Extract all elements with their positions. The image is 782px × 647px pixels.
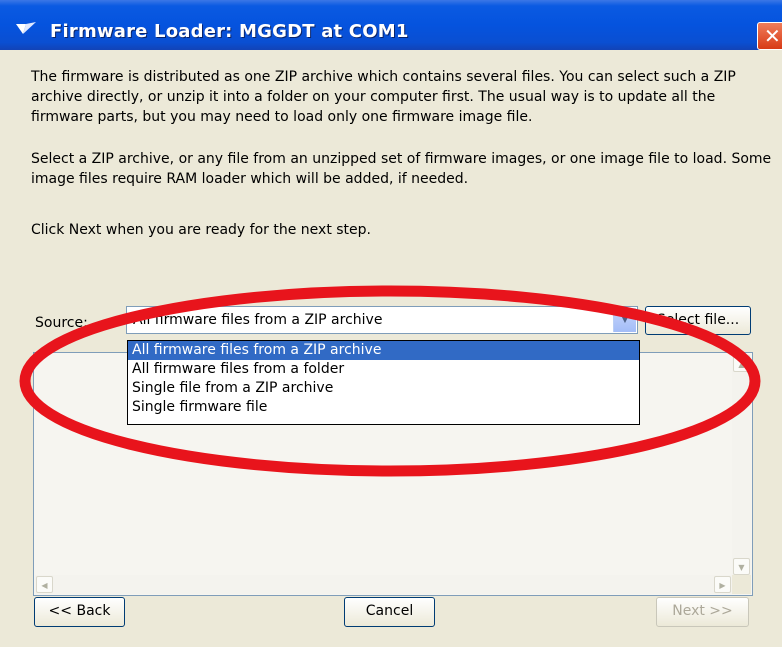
source-label: Source:	[35, 315, 88, 331]
app-icon	[16, 22, 36, 34]
scroll-right-icon[interactable]: ▶	[714, 576, 731, 593]
next-button[interactable]: Next >>	[656, 597, 749, 627]
source-selected-value: All firmware files from a ZIP archive	[133, 312, 383, 328]
scrollbar-corner	[732, 575, 751, 594]
title-bar[interactable]: Firmware Loader: MGGDT at COM1 ✕	[0, 0, 782, 50]
close-button[interactable]: ✕	[757, 22, 782, 50]
close-icon: ✕	[764, 24, 781, 48]
next-hint-paragraph: Click Next when you are ready for the ne…	[31, 222, 371, 238]
select-file-button[interactable]: Select file...	[645, 306, 751, 335]
dropdown-option[interactable]: Single file from a ZIP archive	[128, 379, 639, 398]
instructions-paragraph: Select a ZIP archive, or any file from a…	[31, 151, 772, 187]
dropdown-option[interactable]: Single firmware file	[128, 398, 639, 417]
scroll-left-icon[interactable]: ◀	[36, 576, 53, 593]
window-title: Firmware Loader: MGGDT at COM1	[50, 21, 409, 42]
cancel-button[interactable]: Cancel	[344, 597, 435, 627]
horizontal-scrollbar[interactable]: ◀ ▶	[35, 575, 732, 594]
back-button[interactable]: << Back	[34, 597, 125, 627]
scroll-up-icon[interactable]: ▲	[733, 355, 750, 372]
source-dropdown-list: All firmware files from a ZIP archive Al…	[127, 340, 640, 425]
dialog-body: The firmware is distributed as one ZIP a…	[0, 50, 782, 647]
source-combobox[interactable]: All firmware files from a ZIP archive ▼	[126, 306, 638, 334]
dropdown-option[interactable]: All firmware files from a ZIP archive	[128, 341, 639, 360]
vertical-scrollbar[interactable]: ▲ ▼	[732, 354, 751, 576]
dropdown-option[interactable]: All firmware files from a folder	[128, 360, 639, 379]
dropdown-arrow-icon[interactable]: ▼	[613, 308, 636, 332]
intro-paragraph: The firmware is distributed as one ZIP a…	[31, 69, 736, 125]
scroll-down-icon[interactable]: ▼	[733, 558, 750, 575]
